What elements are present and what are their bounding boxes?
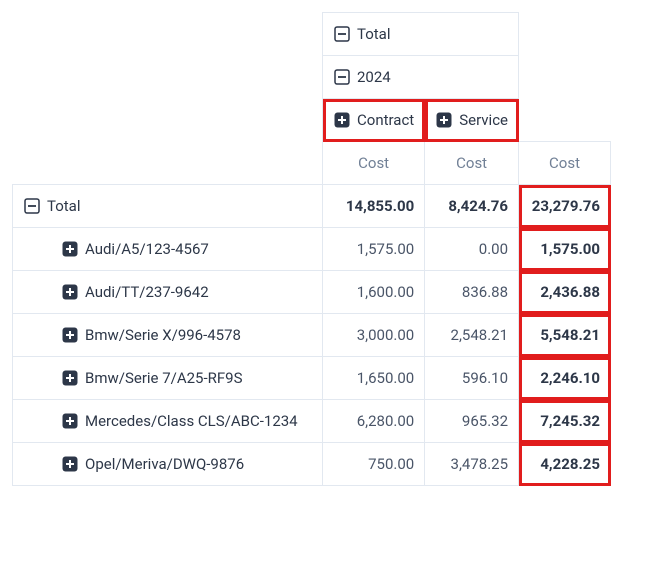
cell-value: 1,600.00 [323,271,424,313]
row-header-item[interactable]: Mercedes/Class CLS/ABC-1234 [13,400,322,442]
row-header-item[interactable]: Bmw/Serie X/996-4578 [13,314,322,356]
pivot-table: Total 2024 Contract Service [12,12,611,486]
table-row-total: Total 14,855.00 8,424.76 23,279.76 [13,185,611,228]
plus-square-icon [61,369,79,387]
cell-value-total: 1,575.00 [519,228,610,270]
col-header-total-label: Total [357,25,391,43]
table-row: Bmw/Serie X/996-4578 3,000.00 2,548.21 5… [13,314,611,357]
row-header-item[interactable]: Opel/Meriva/DWQ-9876 [13,443,322,485]
plus-square-icon [61,412,79,430]
plus-square-icon [61,326,79,344]
table-row: Audi/TT/237-9642 1,600.00 836.88 2,436.8… [13,271,611,314]
cell-value: 2,548.21 [425,314,518,356]
row-label: Bmw/Serie X/996-4578 [85,326,241,344]
table-row: Opel/Meriva/DWQ-9876 750.00 3,478.25 4,2… [13,443,611,486]
row-header-total[interactable]: Total [13,185,322,227]
cell-value-total: 5,548.21 [519,314,610,356]
cell-value: 596.10 [425,357,518,399]
cell-value: 1,575.00 [323,228,424,270]
plus-square-icon [333,111,351,129]
cell-value: 836.88 [425,271,518,313]
row-header-item[interactable]: Audi/TT/237-9642 [13,271,322,313]
cell-value-total: 4,228.25 [519,443,610,485]
cell-value: 6,280.00 [323,400,424,442]
table-row: Bmw/Serie 7/A25-RF9S 1,650.00 596.10 2,2… [13,357,611,400]
cell-value: 750.00 [323,443,424,485]
measure-header-total: Cost [519,142,610,184]
cell-value: 3,000.00 [323,314,424,356]
cell-value: 8,424.76 [425,185,518,227]
plus-square-icon [61,240,79,258]
plus-square-icon [61,455,79,473]
cell-value-total: 2,436.88 [519,271,610,313]
col-header-year[interactable]: 2024 [323,56,518,98]
plus-square-icon [61,283,79,301]
cell-value-total: 2,246.10 [519,357,610,399]
col-header-total[interactable]: Total [323,13,518,55]
col-header-service-label: Service [459,111,508,129]
col-header-contract[interactable]: Contract [323,99,424,141]
measure-header-contract: Cost [323,142,424,184]
row-header-item[interactable]: Bmw/Serie 7/A25-RF9S [13,357,322,399]
table-row: Mercedes/Class CLS/ABC-1234 6,280.00 965… [13,400,611,443]
minus-square-icon [23,197,41,215]
row-header-item[interactable]: Audi/A5/123-4567 [13,228,322,270]
minus-square-icon [333,68,351,86]
row-label: Audi/TT/237-9642 [85,283,209,301]
row-label: Total [47,197,81,215]
row-label: Mercedes/Class CLS/ABC-1234 [85,412,298,430]
row-label: Audi/A5/123-4567 [85,240,209,258]
table-row: Audi/A5/123-4567 1,575.00 0.00 1,575.00 [13,228,611,271]
cell-value-total: 7,245.32 [519,400,610,442]
plus-square-icon [435,111,453,129]
col-header-year-label: 2024 [357,68,391,86]
row-label: Opel/Meriva/DWQ-9876 [85,455,244,473]
cell-value: 3,478.25 [425,443,518,485]
cell-value: 965.32 [425,400,518,442]
cell-value: 0.00 [425,228,518,270]
cell-value-total: 23,279.76 [519,185,610,227]
cell-value: 1,650.00 [323,357,424,399]
row-label: Bmw/Serie 7/A25-RF9S [85,369,243,387]
cell-value: 14,855.00 [323,185,424,227]
minus-square-icon [333,25,351,43]
measure-header-service: Cost [425,142,518,184]
col-header-contract-label: Contract [357,111,414,129]
col-header-service[interactable]: Service [425,99,518,141]
